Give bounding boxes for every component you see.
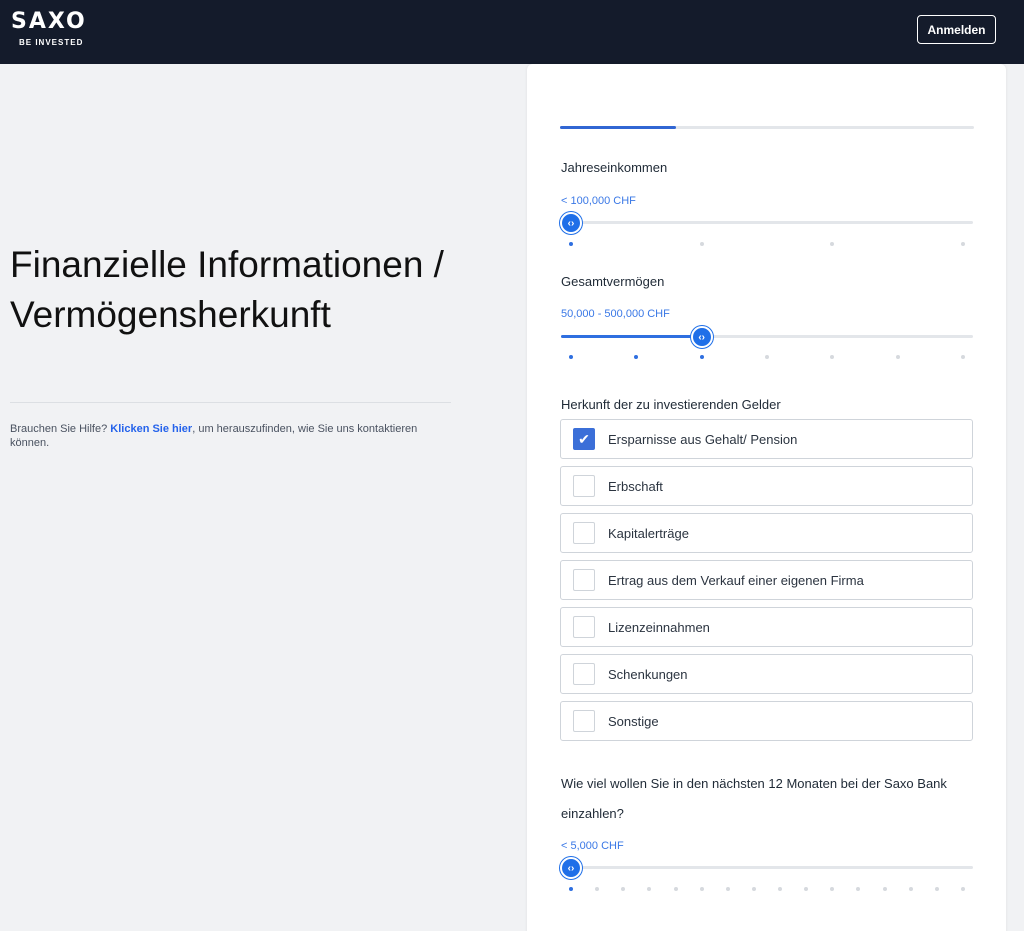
- slider-step-dot[interactable]: [856, 887, 861, 891]
- total-assets-value: 50,000 - 500,000 CHF: [561, 308, 670, 320]
- deposit-slider[interactable]: ‹›: [560, 857, 973, 879]
- slider-step-dot[interactable]: [895, 355, 900, 359]
- slider-step-dot[interactable]: [699, 355, 704, 359]
- option-company-sale[interactable]: Ertrag aus dem Verkauf einer eigenen Fir…: [560, 560, 973, 600]
- funds-origin-label: Herkunft der zu investierenden Gelder: [561, 397, 781, 412]
- deposit-label: Wie viel wollen Sie in den nächsten 12 M…: [561, 776, 947, 821]
- contact-help-link[interactable]: Klicken Sie hier: [110, 423, 192, 435]
- slider-step-dot[interactable]: [569, 355, 573, 359]
- divider: [10, 402, 451, 403]
- option-capital-gains[interactable]: Kapitalerträge: [560, 513, 973, 553]
- total-assets-label: Gesamtvermögen: [561, 274, 665, 289]
- option-label: Schenkungen: [608, 666, 688, 682]
- checkmark-icon: ✔: [578, 430, 590, 447]
- checkbox[interactable]: [573, 616, 595, 638]
- slider-step-dot[interactable]: [830, 242, 835, 246]
- logo-tagline: BE INVESTED: [19, 38, 84, 47]
- checkbox[interactable]: [573, 663, 595, 685]
- checkbox[interactable]: [573, 710, 595, 732]
- page-title: Finanzielle Informationen / Vermögensher…: [10, 244, 444, 335]
- slider-step-dot[interactable]: [961, 355, 965, 359]
- slider-step-dot[interactable]: [699, 887, 704, 891]
- saxo-logo[interactable]: SAXO BE INVESTED: [11, 9, 87, 48]
- slider-step-dot[interactable]: [673, 887, 678, 891]
- slider-step-dot[interactable]: [569, 242, 573, 246]
- progress-bar-fill: [560, 126, 676, 129]
- slider-step-dot[interactable]: [634, 355, 639, 359]
- option-label: Kapitalerträge: [608, 525, 689, 541]
- checkbox[interactable]: ✔: [573, 428, 595, 450]
- slider-step-dot[interactable]: [882, 887, 887, 891]
- deposit-ticks: [561, 887, 973, 893]
- option-savings[interactable]: ✔ Ersparnisse aus Gehalt/ Pension: [560, 419, 973, 459]
- slider-step-dot[interactable]: [699, 242, 704, 246]
- slider-step-dot[interactable]: [908, 887, 913, 891]
- login-button[interactable]: Anmelden: [917, 15, 996, 44]
- option-label: Sonstige: [608, 713, 659, 729]
- slider-step-dot[interactable]: [778, 887, 783, 891]
- slider-step-dot[interactable]: [961, 242, 965, 246]
- slider-step-dot[interactable]: [569, 887, 573, 891]
- annual-income-ticks: [561, 242, 973, 248]
- slider-step-dot[interactable]: [804, 887, 809, 891]
- checkbox[interactable]: [573, 569, 595, 591]
- total-assets-slider[interactable]: ‹›: [561, 326, 973, 348]
- annual-income-value: < 100,000 CHF: [561, 195, 636, 207]
- annual-income-label: Jahreseinkommen: [561, 160, 668, 175]
- option-label: Ersparnisse aus Gehalt/ Pension: [608, 431, 798, 447]
- slider-step-dot[interactable]: [830, 887, 835, 891]
- slider-step-dot[interactable]: [934, 887, 939, 891]
- slider-step-dot[interactable]: [961, 887, 965, 891]
- slider-step-dot[interactable]: [725, 887, 730, 891]
- option-label: Erbschaft: [608, 478, 663, 494]
- help-prefix: Brauchen Sie Hilfe?: [10, 423, 111, 435]
- checkbox[interactable]: [573, 475, 595, 497]
- logo-wordmark: SAXO: [11, 9, 87, 34]
- slider-track-fill: [561, 335, 702, 338]
- slider-handle-icon[interactable]: ‹›: [560, 212, 582, 234]
- slider-step-dot[interactable]: [595, 887, 600, 891]
- option-label: Lizenzeinnahmen: [608, 619, 710, 635]
- top-navigation-bar: SAXO BE INVESTED Anmelden: [0, 0, 1024, 64]
- progress-bar: [560, 126, 974, 129]
- slider-step-dot[interactable]: [751, 887, 756, 891]
- funds-origin-options: ✔ Ersparnisse aus Gehalt/ Pension Erbsch…: [560, 419, 973, 748]
- slider-step-dot[interactable]: [765, 355, 769, 359]
- option-licensing[interactable]: Lizenzeinnahmen: [560, 607, 973, 647]
- total-assets-ticks: [561, 355, 973, 361]
- checkbox[interactable]: [573, 522, 595, 544]
- annual-income-slider[interactable]: ‹›: [560, 212, 973, 234]
- help-text: Brauchen Sie Hilfe? Klicken Sie hier, um…: [10, 422, 450, 450]
- slider-step-dot[interactable]: [621, 887, 626, 891]
- option-label: Ertrag aus dem Verkauf einer eigenen Fir…: [608, 572, 864, 588]
- slider-handle-icon[interactable]: ‹›: [690, 326, 713, 348]
- slider-step-dot[interactable]: [647, 887, 652, 891]
- deposit-value: < 5,000 CHF: [561, 840, 624, 852]
- option-inheritance[interactable]: Erbschaft: [560, 466, 973, 506]
- slider-step-dot[interactable]: [830, 355, 835, 359]
- option-gifts[interactable]: Schenkungen: [560, 654, 973, 694]
- option-other[interactable]: Sonstige: [560, 701, 973, 741]
- slider-handle-icon[interactable]: ‹›: [560, 857, 582, 879]
